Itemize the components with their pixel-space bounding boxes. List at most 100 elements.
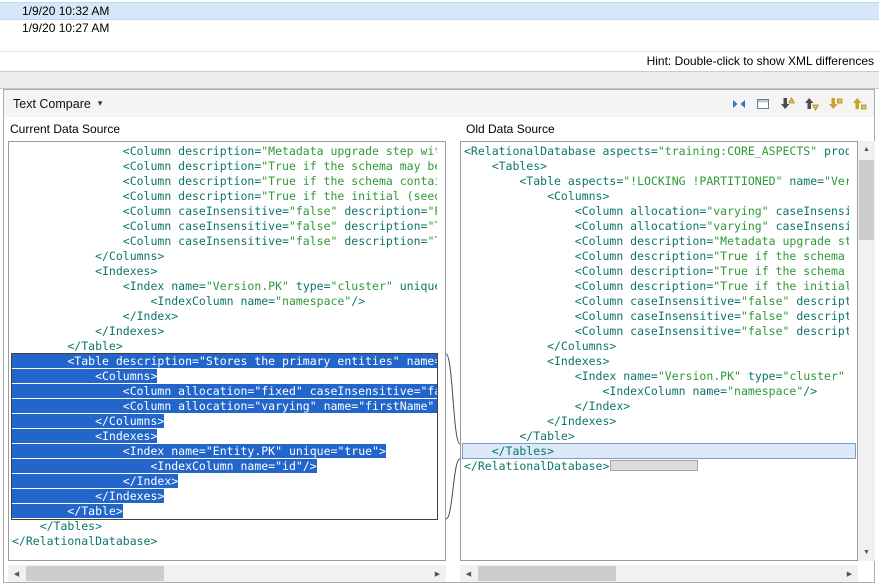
code-line-text: </Index> (12, 309, 178, 323)
code-line-text: </Indexes> (12, 489, 164, 503)
code-line-text: <Index name="Entity.PK" unique="true"> (12, 444, 386, 458)
code-line: </RelationalDatabase> (12, 534, 437, 549)
code-line-text: <Columns> (464, 189, 609, 203)
revision-row-selected[interactable]: 1/9/20 10:32 AM (0, 2, 879, 20)
code-line: <IndexColumn name="namespace"/> (464, 384, 849, 399)
code-line: <IndexColumn name="id"/> (12, 459, 437, 474)
vertical-scroll-thumb[interactable] (859, 160, 874, 240)
previous-difference-button[interactable] (802, 95, 820, 113)
code-line-text: <Column caseInsensitive="false" descript… (12, 234, 437, 248)
toolbar-icon-group (730, 95, 868, 113)
revision-timestamp: 1/9/20 10:32 AM (22, 4, 109, 18)
code-line-text: <Index name="Version.PK" type="cluster" … (12, 279, 437, 293)
previous-change-button[interactable] (850, 95, 868, 113)
code-line: <Column caseInsensitive="false" descript… (464, 324, 849, 339)
next-difference-button[interactable] (778, 95, 796, 113)
code-line-text: <Column description="Metadata upgrade st… (464, 234, 849, 248)
scroll-right-arrow[interactable]: ▶ (429, 565, 446, 582)
code-line-text: </Tables> (12, 519, 102, 533)
code-line: <Column caseInsensitive="false" descript… (464, 309, 849, 324)
code-line: </RelationalDatabase> (464, 459, 849, 474)
code-line: <Column caseInsensitive="false" descript… (12, 219, 437, 234)
code-line: <Column caseInsensitive="false" descript… (464, 294, 849, 309)
code-line-text: <Column caseInsensitive="false" descript… (464, 324, 849, 338)
scroll-left-arrow[interactable]: ◀ (8, 565, 25, 582)
code-line: <RelationalDatabase aspects="training:CO… (464, 144, 849, 159)
code-line-text: <IndexColumn name="namespace"/> (12, 294, 365, 308)
code-line: <Tables> (464, 159, 849, 174)
scroll-up-arrow[interactable]: ▲ (858, 141, 875, 158)
compare-mode-dropdown[interactable]: Text Compare ▾ (13, 97, 102, 111)
code-line: </Table> (12, 339, 437, 354)
code-line: <Column allocation="fixed" caseInsensiti… (12, 384, 437, 399)
code-line: </Tables> (12, 519, 437, 534)
code-line: </Index> (12, 474, 437, 489)
swap-left-right-button[interactable] (730, 95, 748, 113)
code-line: <Index name="Version.PK" type="cluster" … (464, 369, 849, 384)
code-line: </Columns> (12, 249, 437, 264)
code-line-text: <Indexes> (464, 354, 609, 368)
code-line: <Column allocation="varying" caseInsensi… (464, 219, 849, 234)
code-line-text: <IndexColumn name="id"/> (12, 459, 317, 473)
code-line: <Column description="True if the schema … (464, 249, 849, 264)
code-line-text: <Column caseInsensitive="false" descript… (464, 309, 849, 323)
next-change-icon (827, 96, 843, 112)
code-line-text: <Tables> (464, 159, 547, 173)
horizontal-scroll-thumb[interactable] (26, 566, 164, 581)
scroll-left-arrow[interactable]: ◀ (460, 565, 477, 582)
left-pane-title: Current Data Source (10, 118, 120, 140)
code-line: <Column caseInsensitive="false" descript… (12, 204, 437, 219)
code-line: <Column description="Metadata upgrade st… (12, 144, 437, 159)
code-line-text: <Column description="True if the schema … (464, 264, 849, 278)
code-line: <Column description="True if the schema … (464, 264, 849, 279)
code-line-text: </Index> (12, 474, 178, 488)
code-line-text: </Indexes> (464, 414, 616, 428)
revision-row[interactable]: 1/9/20 10:27 AM (0, 20, 879, 38)
next-difference-icon (779, 96, 795, 112)
code-line: <Table description="Stores the primary e… (12, 354, 437, 369)
code-line-text: <Column description="True if the schema … (12, 174, 437, 188)
right-editor-content[interactable]: <RelationalDatabase aspects="training:CO… (461, 142, 849, 560)
scroll-down-arrow[interactable]: ▼ (858, 544, 875, 561)
code-line: <Column allocation="varying" name="first… (12, 399, 437, 414)
code-line-text: <Columns> (12, 369, 157, 383)
horizontal-scroll-thumb[interactable] (478, 566, 616, 581)
left-editor-content[interactable]: <Column description="Metadata upgrade st… (9, 142, 437, 560)
code-line-text: <Indexes> (12, 264, 157, 278)
code-line: <Column description="Metadata upgrade st… (464, 234, 849, 249)
code-line-text: <IndexColumn name="namespace"/> (464, 384, 817, 398)
code-line: <Index name="Version.PK" type="cluster" … (12, 279, 437, 294)
code-line-text: </RelationalDatabase> (12, 534, 157, 548)
code-line: <Indexes> (464, 354, 849, 369)
right-pane-horizontal-scrollbar[interactable]: ◀ ▶ (460, 565, 858, 582)
code-line-text: <Column caseInsensitive="false" descript… (12, 204, 437, 218)
code-line: </Columns> (464, 339, 849, 354)
code-line: </Columns> (12, 414, 437, 429)
code-line: </Index> (464, 399, 849, 414)
right-pane-vertical-scrollbar[interactable]: ▲ ▼ (858, 141, 875, 561)
hint-text: Hint: Double-click to show XML differenc… (647, 52, 874, 70)
scroll-right-arrow[interactable]: ▶ (841, 565, 858, 582)
code-line-text: </Index> (464, 399, 630, 413)
right-pane-title: Old Data Source (466, 118, 555, 140)
section-splitter[interactable] (0, 71, 879, 89)
code-line-text: <Column allocation="varying" caseInsensi… (464, 204, 849, 218)
code-line: </Tables> (464, 444, 849, 459)
code-line-text: <Index name="Version.PK" type="cluster" … (464, 369, 849, 383)
code-line: </Indexes> (12, 324, 437, 339)
right-editor-pane[interactable]: <RelationalDatabase aspects="training:CO… (460, 141, 858, 561)
ancestor-pane-icon (755, 96, 771, 112)
chevron-down-icon: ▾ (98, 98, 103, 109)
code-line: <Index name="Entity.PK" unique="true"> (12, 444, 437, 459)
left-editor-pane[interactable]: <Column description="Metadata upgrade st… (8, 141, 446, 561)
ancestor-pane-button[interactable] (754, 95, 772, 113)
left-pane-horizontal-scrollbar[interactable]: ◀ ▶ (8, 565, 446, 582)
code-line-text: </Tables> (464, 444, 554, 458)
next-change-button[interactable] (826, 95, 844, 113)
code-line-text: </Table> (464, 429, 575, 443)
code-line-text: <Indexes> (12, 429, 157, 443)
code-line-text: </Columns> (12, 249, 164, 263)
code-line-text: </Columns> (12, 414, 164, 428)
code-line: <IndexColumn name="namespace"/> (12, 294, 437, 309)
empty-change-marker (610, 460, 698, 471)
